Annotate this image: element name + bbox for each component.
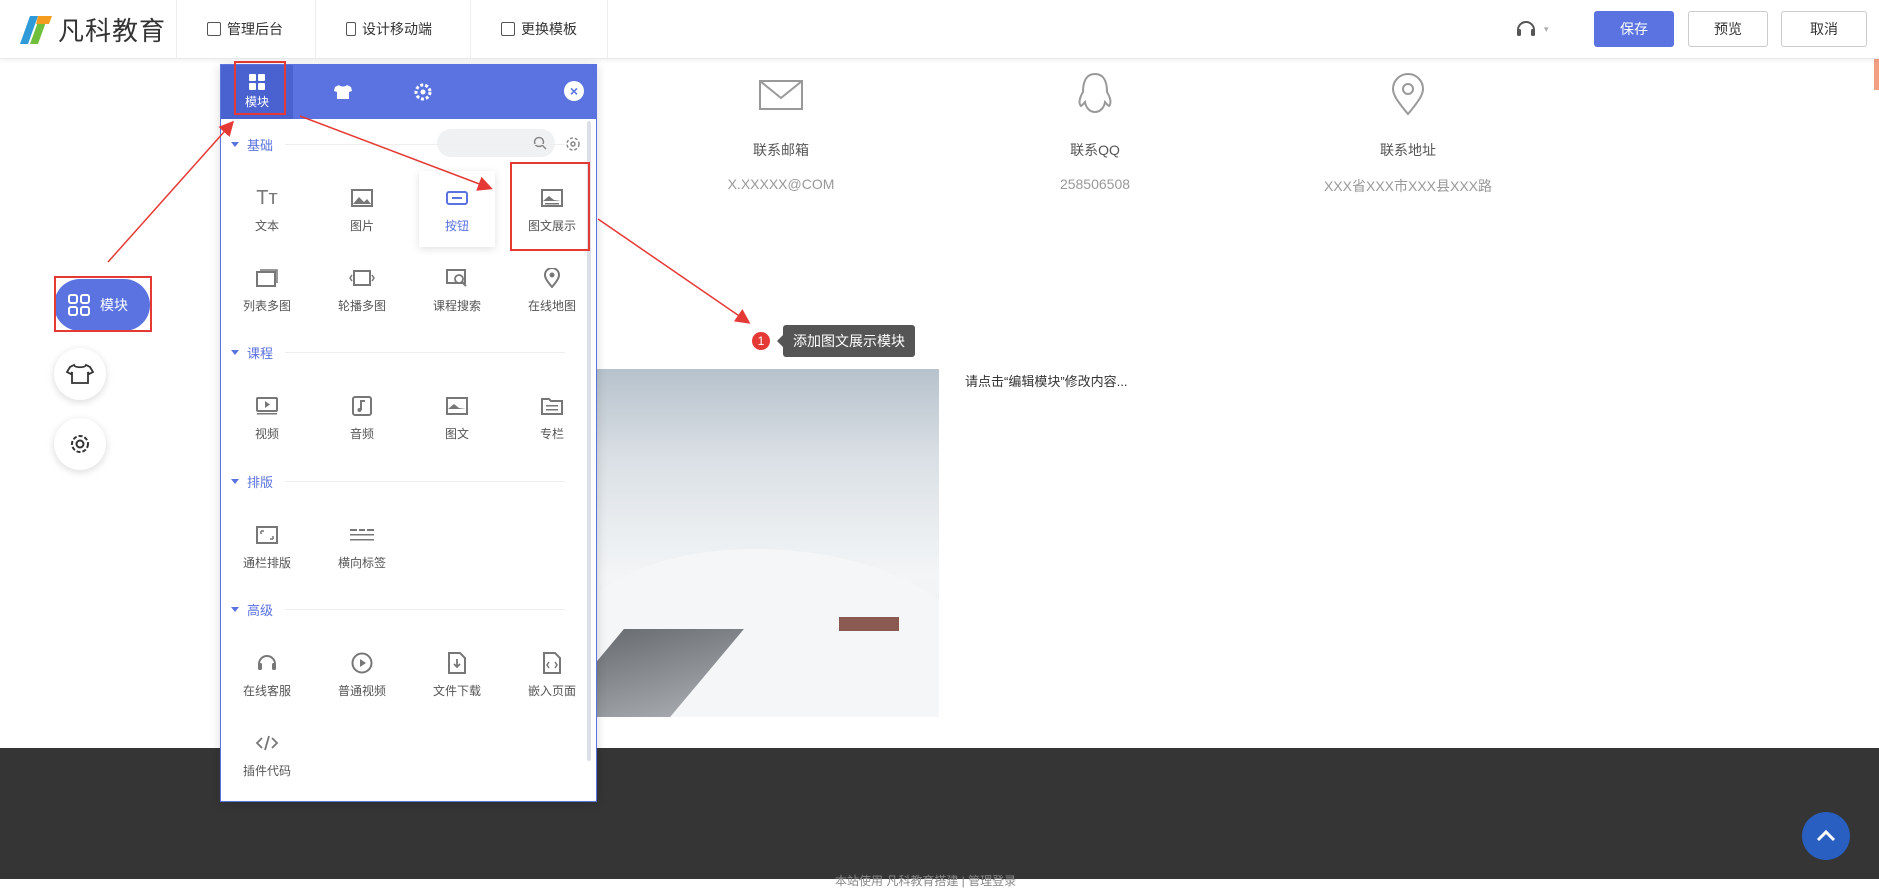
logo[interactable]: 凡科教育 (16, 10, 166, 48)
chevron-down-icon[interactable]: ▾ (1544, 24, 1549, 35)
save-button[interactable]: 保存 (1594, 11, 1674, 47)
nav-admin-label: 管理后台 (227, 21, 283, 37)
template-icon (501, 22, 515, 36)
cancel-button[interactable]: 取消 (1781, 11, 1867, 47)
headset-icon[interactable] (1515, 18, 1537, 40)
preview-button[interactable]: 预览 (1688, 11, 1768, 47)
phone-icon (346, 22, 356, 36)
annotation-arrows (107, 115, 751, 324)
nav-mobile-design-label: 设计移动端 (362, 21, 432, 37)
nav-change-template-label: 更换模板 (521, 21, 577, 37)
nav-mobile-design[interactable]: 设计移动端 (315, 0, 462, 58)
nav-admin[interactable]: 管理后台 (176, 0, 313, 58)
top-bar: 凡科教育 管理后台 设计移动端 更换模板 ▾ 保存 预览 取消 (0, 0, 1879, 59)
logo-text: 凡科教育 (58, 15, 167, 46)
nav-change-template[interactable]: 更换模板 (470, 0, 608, 58)
logo-icon (16, 10, 54, 48)
chart-icon (207, 22, 221, 36)
